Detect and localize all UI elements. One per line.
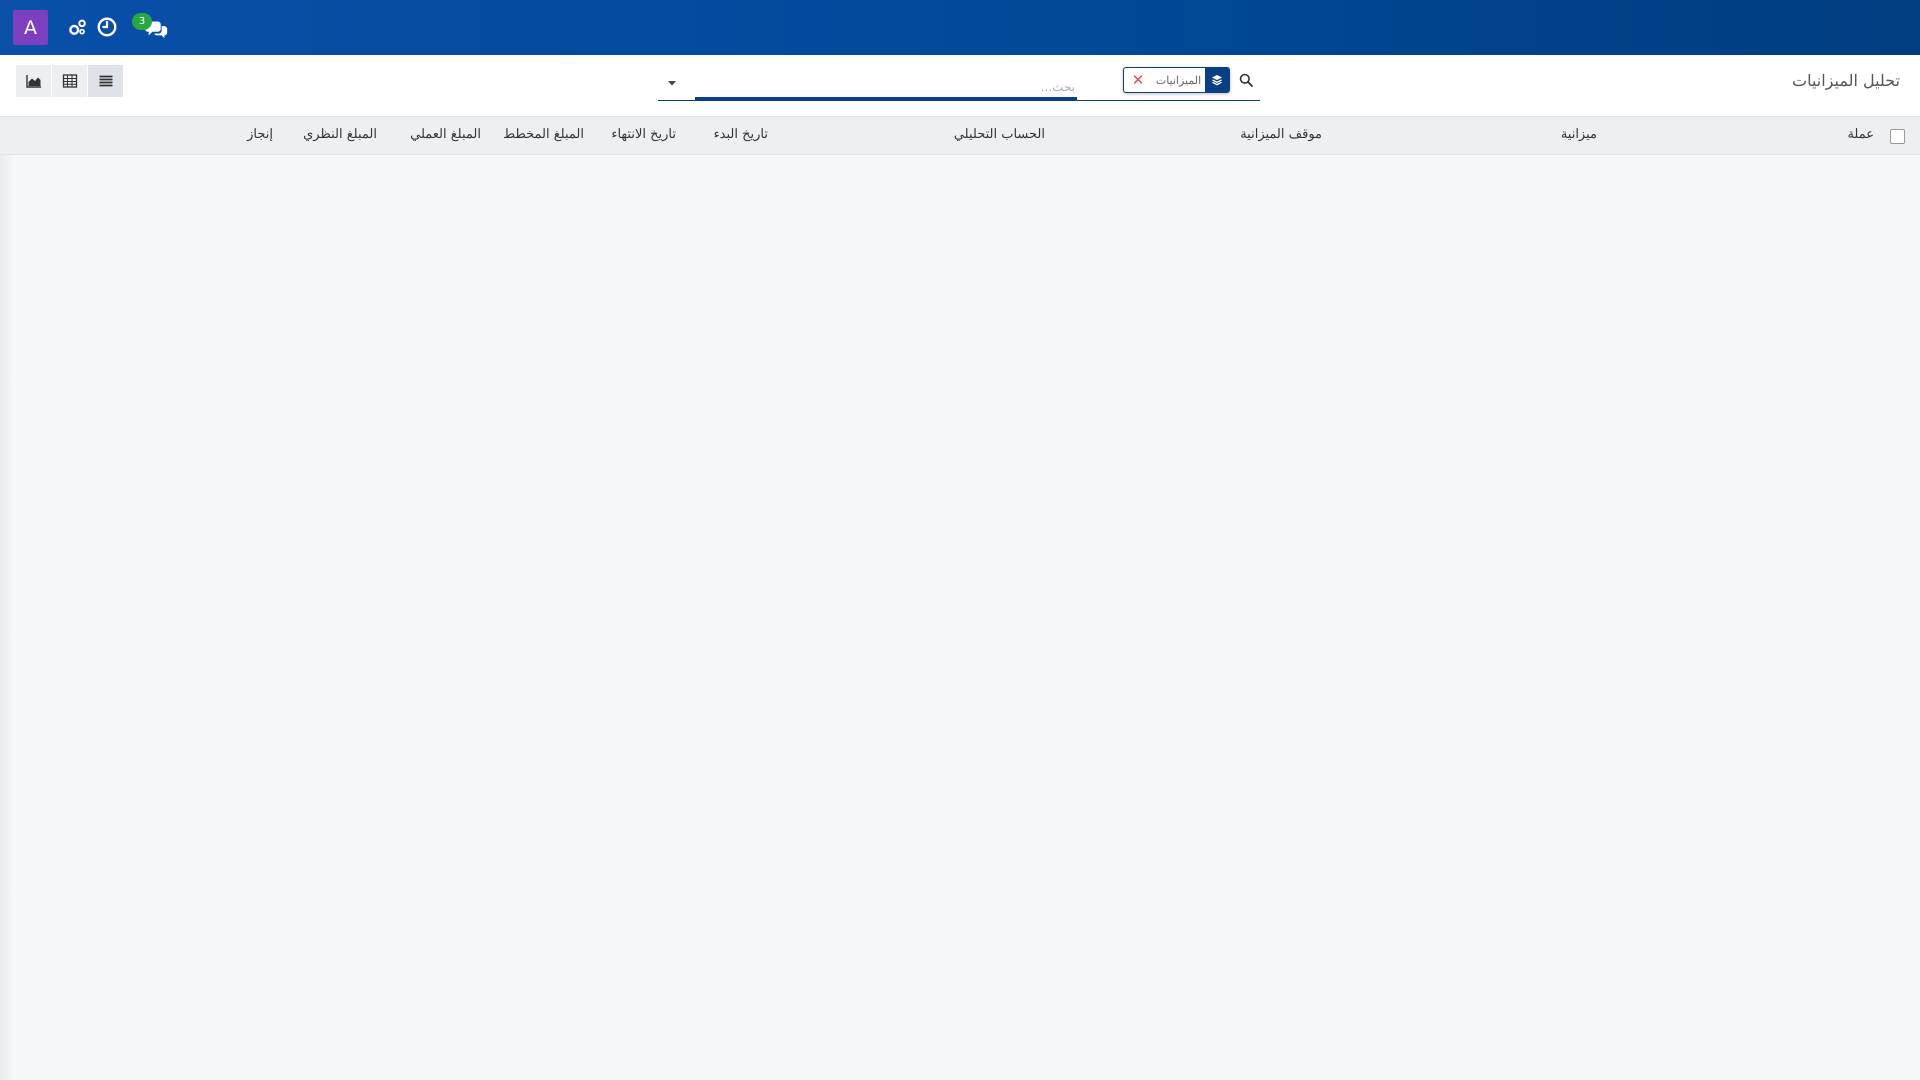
facet-value: الميزانيات: [1155, 73, 1202, 87]
caret-down-icon: [668, 81, 676, 86]
view-switcher: [16, 65, 124, 97]
page-title: تحليل الميزانيات: [1792, 71, 1900, 90]
area-chart-icon: [25, 75, 41, 88]
search-bar: ✕ الميزانيات: [658, 65, 1260, 101]
pivot-view-button[interactable]: [52, 65, 88, 97]
facet-remove-icon[interactable]: ✕: [1124, 68, 1152, 92]
list-view-button[interactable]: [88, 65, 124, 97]
column-header-end-date[interactable]: تاريخ الانتهاء: [611, 127, 676, 142]
graph-view-button[interactable]: [16, 65, 52, 97]
clock-icon[interactable]: [96, 16, 118, 38]
search-facet: ✕ الميزانيات: [1123, 67, 1230, 93]
column-header-currency[interactable]: عملة: [1847, 127, 1874, 142]
list-icon: [99, 75, 112, 87]
column-header-start-date[interactable]: تاريخ البدء: [714, 127, 768, 142]
search-input[interactable]: [695, 77, 1077, 101]
column-header-achievement[interactable]: إنجاز: [247, 127, 273, 142]
control-panel: ✕ الميزانيات تحليل الميزانيات: [0, 55, 1920, 117]
layers-icon: [1205, 68, 1229, 92]
list-body: [0, 155, 1920, 1080]
column-header-planned-amount[interactable]: المبلغ المخطط: [503, 127, 584, 142]
search-button[interactable]: [1235, 69, 1257, 91]
column-header-theoretical-amount[interactable]: المبلغ النظري: [303, 127, 377, 142]
column-header-budget[interactable]: ميزانية: [1561, 127, 1597, 142]
user-avatar[interactable]: A: [13, 10, 48, 45]
column-header-analytic-account[interactable]: الحساب التحليلي: [954, 127, 1045, 142]
gear-icon[interactable]: [66, 17, 88, 39]
list-header-row: عملة ميزانية موقف الميزانية الحساب التحل…: [0, 117, 1920, 155]
top-navbar: A 3: [0, 0, 1920, 55]
search-icon: [1239, 73, 1253, 87]
select-all-checkbox[interactable]: [1890, 129, 1905, 144]
search-options-toggle[interactable]: [658, 73, 686, 93]
column-header-practical-amount[interactable]: المبلغ العملي: [410, 127, 481, 142]
column-header-budget-position[interactable]: موقف الميزانية: [1240, 127, 1322, 142]
chat-counter-badge: 3: [132, 13, 152, 30]
table-icon: [62, 74, 77, 88]
